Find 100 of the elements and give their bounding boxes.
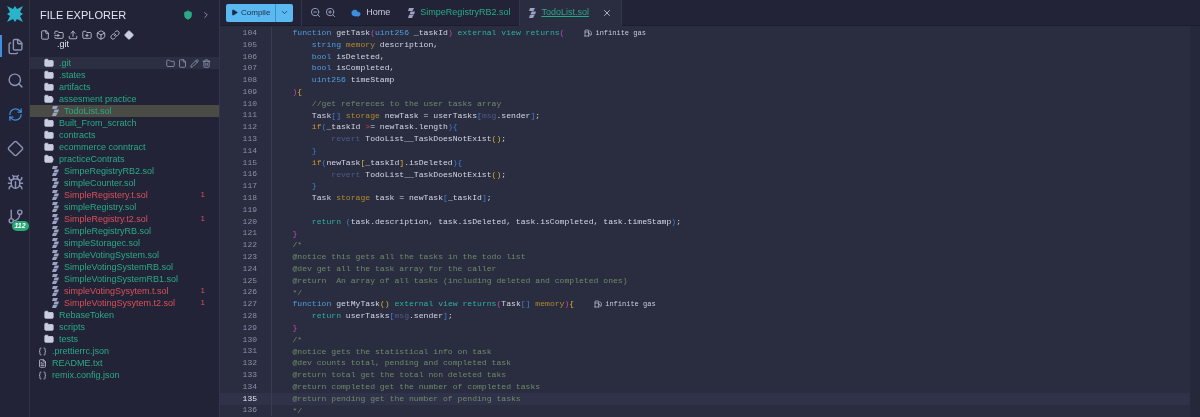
close-icon[interactable]	[601, 7, 612, 18]
folder-plus-icon[interactable]	[82, 30, 92, 40]
tree-item[interactable]: .git	[30, 57, 219, 69]
diamond-icon	[7, 139, 24, 157]
drag-label: .git	[57, 39, 69, 49]
tree-item[interactable]: SimpleVotingSystemRB.sol	[30, 261, 219, 273]
code-line: return (task.description, task.isDeleted, task.isCompleted, task.timeStamp);	[310, 215, 681, 228]
files-icon	[7, 37, 24, 55]
new-file-icon[interactable]	[40, 30, 50, 40]
line-number: 126	[241, 286, 257, 299]
new-folder-icon[interactable]	[166, 58, 175, 68]
tree-item[interactable]: assesment practice	[30, 93, 219, 105]
tree-item[interactable]: SimpleRegistery.t.sol 1	[30, 189, 219, 201]
code-line: function getMyTask() external view returns(Task[] memory){	[291, 298, 575, 311]
tree-item[interactable]: simpleVotingSystem.sol	[30, 249, 219, 261]
compile-button[interactable]: Compile	[226, 3, 276, 22]
refresh-icon	[8, 106, 23, 122]
folder-icon[interactable]	[54, 30, 64, 40]
tree-item[interactable]: simpleRegistry.sol	[30, 201, 219, 213]
tree-item[interactable]: SimpleVotingSystemRB1.sol	[30, 273, 219, 285]
fuel-icon	[594, 300, 603, 309]
search-icon	[7, 71, 24, 89]
braces-icon	[38, 370, 47, 380]
shield-icon	[183, 10, 193, 20]
tree-item[interactable]: simpleCounter.sol	[30, 177, 219, 189]
tree-item[interactable]: .prettierrc.json	[30, 345, 219, 357]
tree-item[interactable]: simpleStoragec.sol	[30, 237, 219, 249]
file-icon	[52, 190, 59, 200]
tree-item[interactable]: README.txt	[30, 357, 219, 369]
tree-item[interactable]: SimpleVotingSysytem.t2.sol 1	[30, 297, 219, 309]
file-icon	[52, 214, 59, 224]
line-number: 128	[241, 310, 257, 323]
file-name: SimpleVotingSystemRB1.sol	[64, 273, 179, 285]
box-icon[interactable]	[96, 30, 106, 40]
file-name: TodoList.sol	[64, 105, 112, 117]
tree-item[interactable]: SimpeRegistryRB2.sol	[30, 165, 219, 177]
tree-item[interactable]: artifacts	[30, 81, 219, 93]
editor-tab[interactable]: SimpeRegistryRB2.sol	[399, 0, 520, 26]
tree-item[interactable]: .states	[30, 69, 219, 81]
line-number: 109	[241, 85, 257, 98]
file-icon	[52, 250, 59, 260]
rename-icon[interactable]	[190, 58, 199, 68]
tree-item[interactable]: simpleVotingSysytem.t.sol 1	[30, 285, 219, 297]
code-line: Task storage task = newTask[_taskId];	[310, 192, 492, 204]
file-name: contracts	[59, 129, 96, 141]
tree-item[interactable]: remix.config.json	[30, 369, 219, 381]
tree-item[interactable]: Built_From_scratch	[30, 117, 219, 129]
line-number: 135	[241, 392, 257, 405]
logo-icon	[5, 5, 24, 23]
link-icon[interactable]	[110, 30, 120, 40]
cloud-icon	[351, 7, 362, 18]
line-number: 121	[241, 227, 257, 240]
file-name: simpleRegistry.sol	[64, 201, 137, 213]
code-line: @dev counts total, pending and completed task	[291, 357, 511, 370]
code-line: bool isCompleted,	[310, 62, 395, 75]
diamond-icon[interactable]	[124, 30, 134, 40]
editor-tab[interactable]: TodoList.sol	[519, 0, 622, 26]
line-number: 119	[241, 203, 257, 216]
tree-item[interactable]: SimpleRegistry.t2.sol 1	[30, 213, 219, 225]
file-name: SimpleVotingSystemRB.sol	[64, 261, 174, 273]
line-number: 125	[241, 274, 257, 287]
dropdown-button[interactable]	[275, 3, 294, 22]
braces-icon	[38, 346, 47, 356]
code-line: //get refereces to the user tasks array	[310, 97, 502, 110]
git-branch-icon	[7, 207, 24, 225]
file-icon	[52, 286, 59, 296]
tree-item[interactable]: RebaseToken	[30, 309, 219, 321]
tree-item[interactable]: TodoList.sol	[30, 105, 219, 117]
zoom-in-icon[interactable]	[325, 7, 337, 18]
editor-tab[interactable]: Home	[342, 0, 400, 26]
tree-item[interactable]: SimpleRegistryRB.sol	[30, 225, 219, 237]
tab-label: Home	[366, 5, 391, 19]
line-number: 136	[241, 404, 257, 417]
zoom-out-icon[interactable]	[310, 7, 322, 18]
code-line: bool isDeleted,	[310, 50, 385, 63]
code-line: */	[291, 286, 303, 299]
tree-item[interactable]: practiceContrats	[30, 153, 219, 165]
tree-item[interactable]: ecommerce conntract	[30, 141, 219, 153]
tree-item[interactable]: scripts	[30, 321, 219, 333]
delete-icon[interactable]	[202, 58, 211, 68]
chevron-right-icon[interactable]	[201, 10, 211, 20]
file-name: SimpleRegistery.t.sol	[64, 189, 148, 201]
tree-item[interactable]: contracts	[30, 129, 219, 141]
file-icon	[52, 106, 59, 116]
new-file-icon[interactable]	[178, 58, 187, 68]
code-line: string memory description,	[310, 38, 439, 51]
file-icon	[52, 166, 59, 176]
code-line: }	[310, 180, 317, 193]
code-line: @return completed get the number of completed tasks	[291, 380, 541, 393]
file-name: .prettierrc.json	[52, 345, 110, 357]
upload-icon[interactable]	[68, 30, 78, 40]
code-line: if(newTask[_taskId].isDeleted){	[310, 156, 463, 169]
tree-item[interactable]: tests	[30, 333, 219, 345]
caret-icon	[280, 8, 290, 17]
line-number: 127	[241, 298, 257, 311]
line-number: 105	[241, 38, 257, 51]
code-line: ){	[291, 86, 303, 98]
line-number: 107	[241, 62, 257, 75]
line-number: 113	[241, 133, 257, 146]
line-number: 129	[241, 321, 257, 334]
